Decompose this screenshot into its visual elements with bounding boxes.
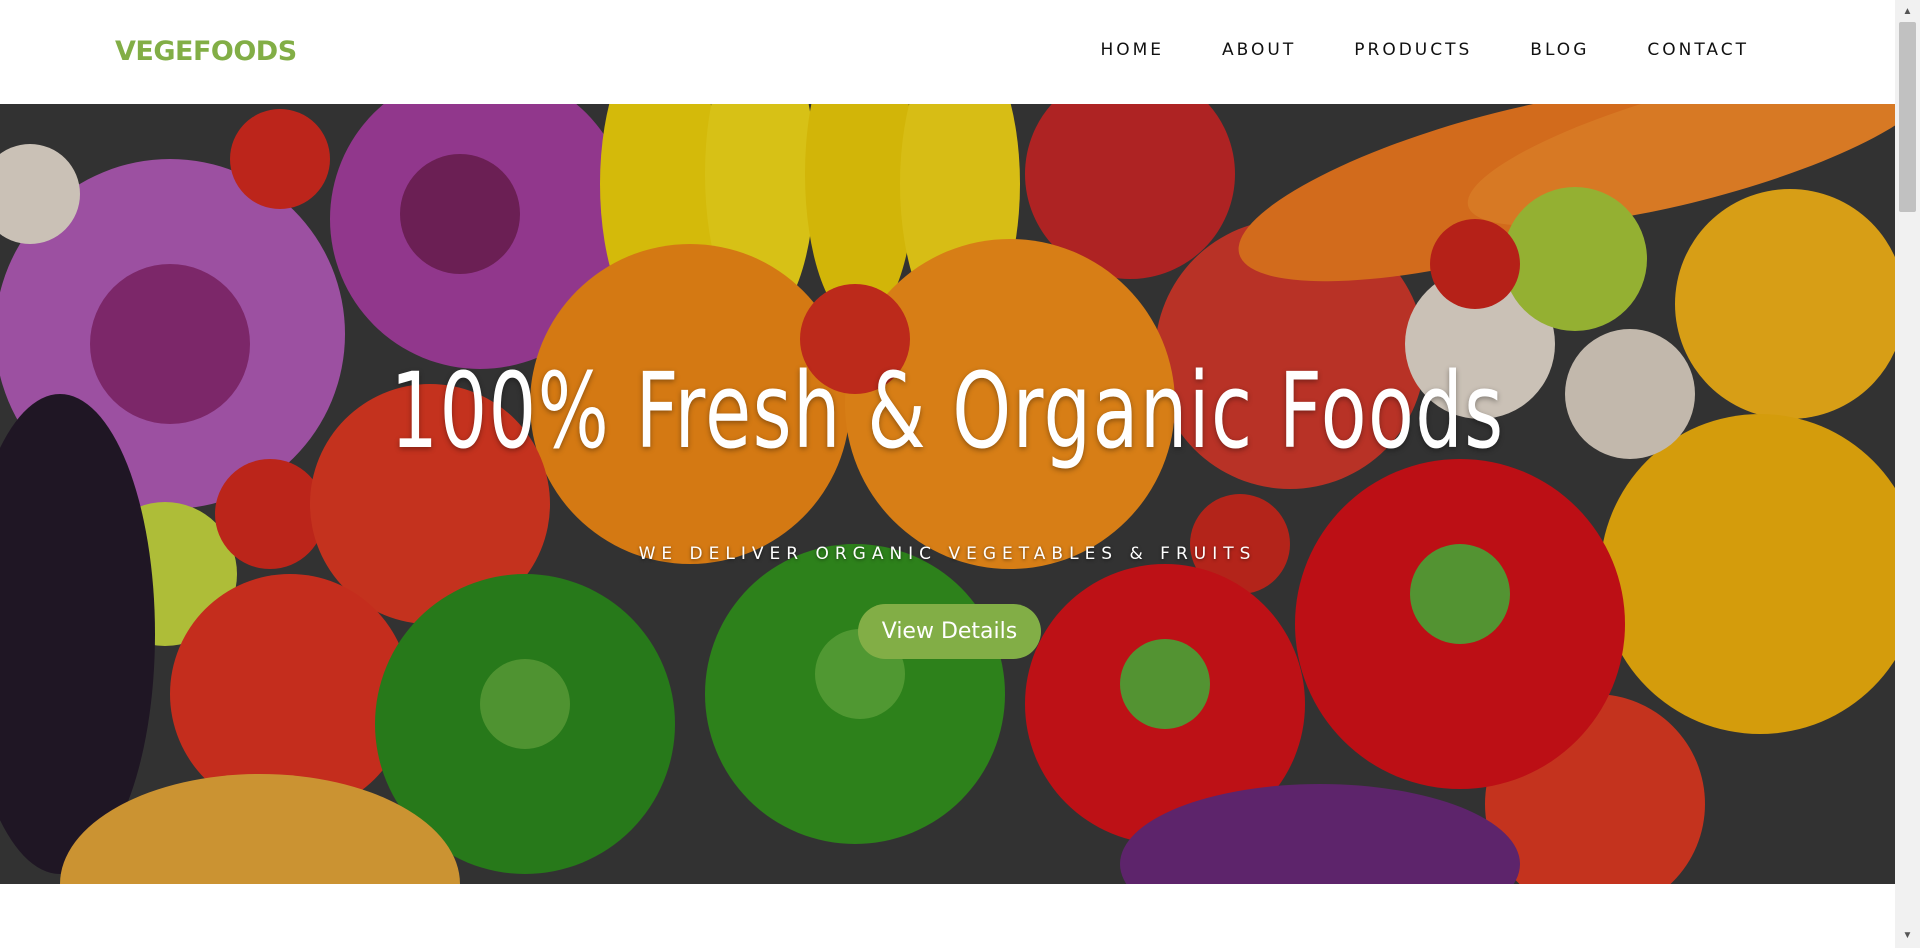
nav-products[interactable]: PRODUCTS xyxy=(1354,40,1472,60)
page-scrollbar[interactable]: ▲ ▼ xyxy=(1895,0,1920,948)
nav-about[interactable]: ABOUT xyxy=(1222,40,1296,60)
hero-subtitle: WE DELIVER ORGANIC VEGETABLES & FRUITS xyxy=(638,544,1257,564)
brand-logo[interactable]: VEGEFOODS xyxy=(115,36,297,67)
nav-contact[interactable]: CONTACT xyxy=(1647,40,1749,60)
hero-overlay xyxy=(0,104,1895,884)
site-header: VEGEFOODS HOME ABOUT PRODUCTS BLOG CONTA… xyxy=(0,0,1895,104)
nav-blog[interactable]: BLOG xyxy=(1530,40,1589,60)
scrollbar-thumb[interactable] xyxy=(1899,22,1916,212)
hero-section: 100% Fresh & Organic Foods WE DELIVER OR… xyxy=(0,104,1895,884)
scroll-up-icon[interactable]: ▲ xyxy=(1895,2,1920,22)
hero-title: 100% Fresh & Organic Foods xyxy=(390,350,1505,472)
view-details-button[interactable]: View Details xyxy=(858,604,1041,659)
main-nav: HOME ABOUT PRODUCTS BLOG CONTACT xyxy=(1042,40,1749,60)
nav-home[interactable]: HOME xyxy=(1100,40,1164,60)
scroll-down-icon[interactable]: ▼ xyxy=(1895,926,1920,946)
